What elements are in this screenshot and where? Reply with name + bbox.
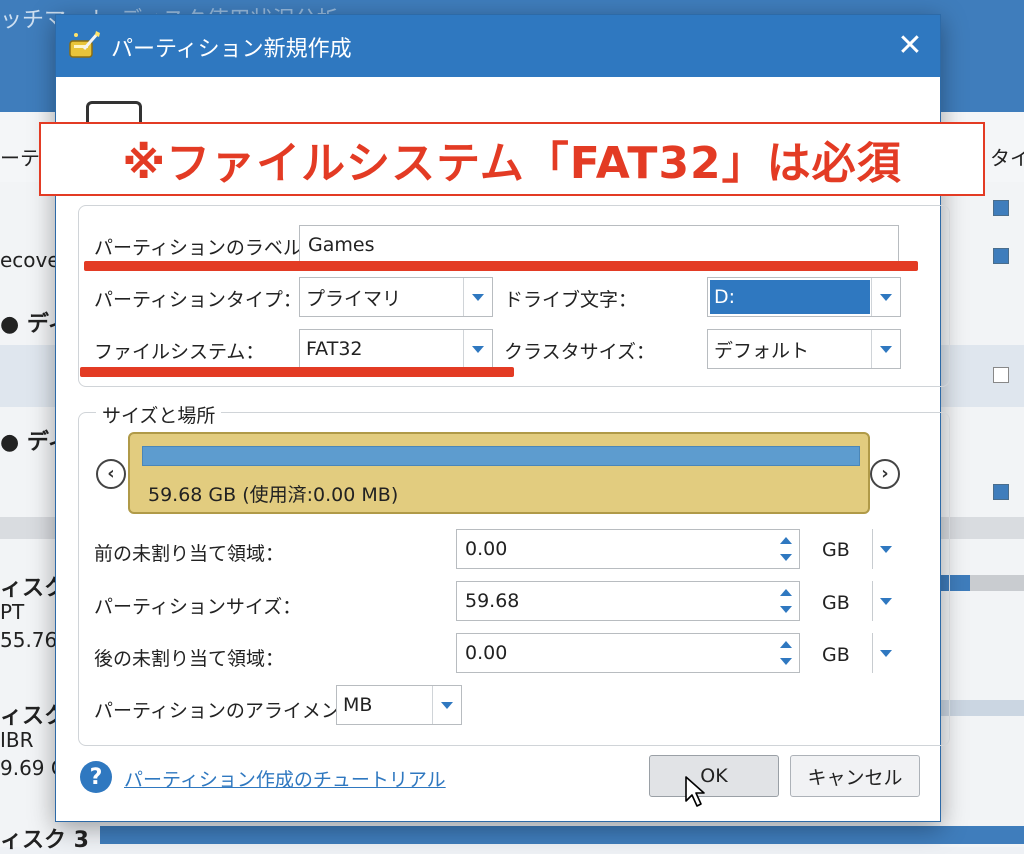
unit-dropdown[interactable] <box>872 529 899 569</box>
unit-label: GB <box>822 644 850 666</box>
spin-buttons[interactable] <box>773 530 799 568</box>
row-checkbox[interactable] <box>993 200 1009 216</box>
partition-usage-bar <box>142 446 860 466</box>
chevron-down-icon[interactable] <box>463 278 492 316</box>
drive-letter-select[interactable]: D: <box>707 277 901 317</box>
spin-up-icon[interactable] <box>780 589 792 596</box>
drive-letter-label: ドライブ文字： <box>504 289 638 311</box>
selected-row[interactable] <box>0 345 60 407</box>
spin-down-icon[interactable] <box>780 658 792 665</box>
highlight-underline <box>80 367 514 377</box>
alignment-select[interactable]: MB <box>336 685 462 725</box>
spin-up-icon[interactable] <box>780 641 792 648</box>
unit-dropdown[interactable] <box>872 581 899 621</box>
spin-up-icon[interactable] <box>780 537 792 544</box>
before-unallocated-label: 前の未割り当て領域： <box>94 543 285 565</box>
row-checkbox[interactable] <box>993 484 1009 500</box>
partition-label-input[interactable]: Games <box>299 225 899 265</box>
chevron-down-icon[interactable] <box>871 330 900 368</box>
chevron-down-icon[interactable] <box>463 330 492 368</box>
move-left-button[interactable]: ‹ <box>96 459 126 489</box>
spin-down-icon[interactable] <box>780 606 792 613</box>
file-system-label: ファイルシステム： <box>94 341 265 363</box>
unit-label: GB <box>822 592 850 614</box>
partition-label-label: パーティションのラベル： <box>94 237 321 259</box>
question-mark-icon: ? <box>89 764 103 790</box>
annotation-banner: ※ファイルシステム「FAT32」は必須 <box>39 122 985 196</box>
ok-button[interactable]: OK <box>649 755 779 797</box>
spin-buttons[interactable] <box>773 634 799 672</box>
partition-type-select[interactable]: プライマリ <box>299 277 493 317</box>
disk-type: IBR <box>0 728 34 752</box>
unit-dropdown[interactable] <box>872 633 899 673</box>
chevron-left-icon: ‹ <box>107 463 115 484</box>
partition-size-label: パーティションサイズ： <box>94 596 302 618</box>
disk-type: PT <box>0 600 25 624</box>
file-system-value: FAT32 <box>306 338 363 360</box>
tutorial-link[interactable]: パーティション作成のチュートリアル <box>124 765 446 792</box>
disk-usage-bar <box>940 700 1024 716</box>
after-unallocated-input[interactable]: 0.00 <box>456 633 800 673</box>
size-location-title: サイズと場所 <box>96 401 222 428</box>
chevron-right-icon: › <box>881 463 889 484</box>
disk-name[interactable]: ィスク 3 <box>0 822 89 854</box>
cancel-button[interactable]: キャンセル <box>790 755 920 797</box>
annotation-text: ※ファイルシステム「FAT32」は必須 <box>122 138 902 189</box>
dialog-title: パーティション新規作成 <box>111 37 352 62</box>
chevron-down-icon[interactable] <box>432 686 461 724</box>
partition-type-value: プライマリ <box>306 287 402 310</box>
partition-label-value: Games <box>308 234 375 256</box>
row-checkbox[interactable] <box>993 248 1009 264</box>
dialog-titlebar[interactable]: パーティション新規作成 ✕ <box>56 15 940 77</box>
chevron-down-icon <box>880 649 892 657</box>
before-unallocated-input[interactable]: 0.00 <box>456 529 800 569</box>
after-unallocated-label: 後の未割り当て領域： <box>94 648 285 670</box>
partition-size-input[interactable]: 59.68 <box>456 581 800 621</box>
spin-buttons[interactable] <box>773 582 799 620</box>
chevron-down-icon <box>880 597 892 605</box>
selected-row[interactable] <box>940 345 1024 407</box>
spin-down-icon[interactable] <box>780 554 792 561</box>
before-unallocated-value: 0.00 <box>465 538 508 560</box>
close-icon: ✕ <box>897 28 923 63</box>
file-system-select[interactable]: FAT32 <box>299 329 493 369</box>
alignment-value: MB <box>343 694 373 716</box>
mouse-pointer-icon <box>685 776 705 807</box>
cluster-size-select[interactable]: デフォルト <box>707 329 901 369</box>
cancel-label: キャンセル <box>807 766 903 789</box>
unit-label: GB <box>822 539 850 561</box>
disk-partition-bar[interactable] <box>100 826 1024 844</box>
chevron-down-icon <box>880 545 892 553</box>
highlight-underline <box>84 261 918 271</box>
drive-letter-value: D: <box>710 280 870 314</box>
help-icon[interactable]: ? <box>80 761 112 793</box>
cluster-size-value: デフォルト <box>714 339 810 362</box>
move-right-button[interactable]: › <box>870 459 900 489</box>
chevron-down-icon[interactable] <box>871 278 900 316</box>
background-right-panel <box>940 182 1024 847</box>
column-label[interactable]: タイ <box>990 142 1024 171</box>
after-unallocated-value: 0.00 <box>465 642 508 664</box>
partition-type-label: パーティションタイプ： <box>94 289 302 311</box>
wizard-wand-icon <box>69 31 100 58</box>
partition-size-value: 59.68 <box>465 590 520 612</box>
disk-usage-bar <box>940 575 1024 591</box>
row-checkbox[interactable] <box>993 367 1009 383</box>
close-button[interactable]: ✕ <box>890 27 930 65</box>
cluster-size-label: クラスタサイズ： <box>504 341 656 363</box>
partition-size-block[interactable]: 59.68 GB (使用済:0.00 MB) <box>128 432 870 514</box>
partition-summary: 59.68 GB (使用済:0.00 MB) <box>148 484 399 506</box>
